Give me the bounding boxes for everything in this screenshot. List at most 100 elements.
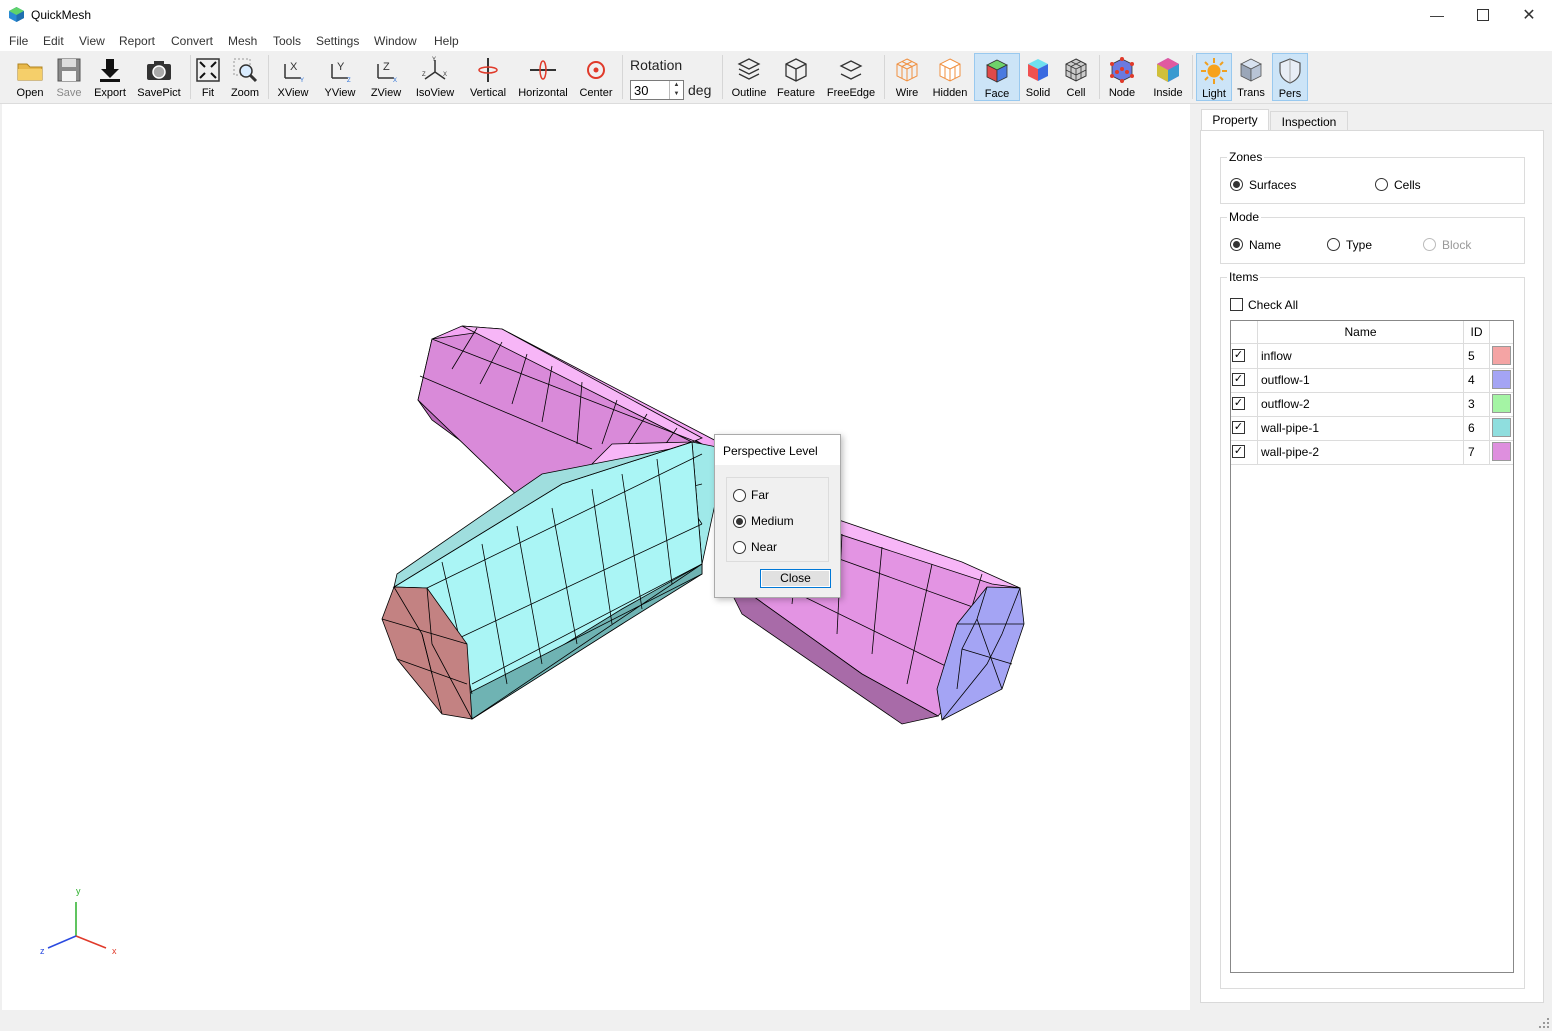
rotation-value[interactable]: 30 [634, 83, 648, 98]
spin-up-icon[interactable]: ▲ [670, 81, 683, 90]
mesh-rendering[interactable] [2, 104, 1190, 1010]
close-dialog-button[interactable]: Close [760, 569, 831, 588]
header-name[interactable]: Name [1258, 321, 1464, 343]
tab-inspection[interactable]: Inspection [1270, 111, 1348, 131]
hidden-button[interactable]: Hidden [930, 53, 970, 101]
color-swatch[interactable] [1492, 418, 1511, 437]
name-mode-label[interactable]: Name [1249, 238, 1281, 252]
save-picture-button[interactable]: SavePict [134, 53, 184, 101]
row-name[interactable]: wall-pipe-2 [1258, 440, 1464, 464]
fit-button[interactable]: Fit [193, 53, 223, 101]
row-color-cell[interactable] [1490, 440, 1513, 464]
menu-edit[interactable]: Edit [43, 34, 64, 48]
yview-button[interactable]: YZ YView [320, 53, 360, 101]
header-id[interactable]: ID [1464, 321, 1490, 343]
row-id[interactable]: 5 [1464, 344, 1490, 368]
row-color-cell[interactable] [1490, 416, 1513, 440]
table-row[interactable]: ✓ wall-pipe-1 6 [1231, 416, 1513, 441]
close-window-button[interactable]: ✕ [1506, 0, 1552, 30]
menu-window[interactable]: Window [374, 34, 417, 48]
center-button[interactable]: Center [576, 53, 616, 101]
color-swatch[interactable] [1492, 346, 1511, 365]
row-check-cell[interactable]: ✓ [1231, 440, 1258, 464]
zview-button[interactable]: ZX ZView [366, 53, 406, 101]
row-checkbox[interactable]: ✓ [1232, 421, 1245, 434]
row-id[interactable]: 6 [1464, 416, 1490, 440]
menu-convert[interactable]: Convert [171, 34, 213, 48]
inside-button[interactable]: Inside [1148, 53, 1188, 101]
maximize-button[interactable] [1460, 0, 1506, 30]
feature-button[interactable]: Feature [774, 53, 818, 101]
row-check-cell[interactable]: ✓ [1231, 392, 1258, 416]
row-checkbox[interactable]: ✓ [1232, 445, 1245, 458]
row-check-cell[interactable]: ✓ [1231, 344, 1258, 368]
isoview-button[interactable]: YZX IsoView [412, 53, 458, 101]
radio-medium[interactable] [733, 515, 746, 528]
option-near-label[interactable]: Near [751, 540, 777, 554]
menu-report[interactable]: Report [119, 34, 155, 48]
row-color-cell[interactable] [1490, 344, 1513, 368]
rotation-stepper[interactable]: 30 ▲ ▼ [630, 80, 684, 100]
xview-button[interactable]: XY XView [274, 53, 312, 101]
radio-near[interactable] [733, 541, 746, 554]
row-name[interactable]: outflow-1 [1258, 368, 1464, 392]
cells-label[interactable]: Cells [1394, 178, 1421, 192]
surfaces-label[interactable]: Surfaces [1249, 178, 1296, 192]
row-id[interactable]: 7 [1464, 440, 1490, 464]
row-checkbox[interactable]: ✓ [1232, 349, 1245, 362]
vertical-rotate-button[interactable]: Vertical [466, 53, 510, 101]
radio-name[interactable] [1230, 238, 1243, 251]
row-checkbox[interactable]: ✓ [1232, 373, 1245, 386]
solid-button[interactable]: Solid [1022, 53, 1054, 101]
menu-settings[interactable]: Settings [316, 34, 359, 48]
table-row[interactable]: ✓ outflow-1 4 [1231, 368, 1513, 393]
minimize-button[interactable]: — [1414, 0, 1460, 30]
trans-button[interactable]: Trans [1234, 53, 1268, 101]
spin-down-icon[interactable]: ▼ [670, 90, 683, 99]
radio-cells[interactable] [1375, 178, 1388, 191]
cell-button[interactable]: Cell [1060, 53, 1092, 101]
row-id[interactable]: 3 [1464, 392, 1490, 416]
menu-tools[interactable]: Tools [273, 34, 301, 48]
radio-far[interactable] [733, 489, 746, 502]
color-swatch[interactable] [1492, 394, 1511, 413]
table-row[interactable]: ✓ wall-pipe-2 7 [1231, 440, 1513, 465]
row-check-cell[interactable]: ✓ [1231, 368, 1258, 392]
horizontal-rotate-button[interactable]: Horizontal [516, 53, 570, 101]
freeedge-button[interactable]: FreeEdge [824, 53, 878, 101]
color-swatch[interactable] [1492, 442, 1511, 461]
export-button[interactable]: Export [90, 53, 130, 101]
check-all-label[interactable]: Check All [1248, 298, 1298, 312]
items-table[interactable]: Name ID ✓ inflow 5 ✓ outflow-1 4 ✓ outflow-2 3 ✓ w… [1230, 320, 1514, 973]
radio-surfaces[interactable] [1230, 178, 1243, 191]
save-button[interactable]: Save [50, 53, 88, 101]
node-button[interactable]: Node [1104, 53, 1140, 101]
pers-button[interactable]: Pers [1272, 53, 1308, 101]
menu-help[interactable]: Help [434, 34, 459, 48]
row-checkbox[interactable]: ✓ [1232, 397, 1245, 410]
row-color-cell[interactable] [1490, 368, 1513, 392]
menu-mesh[interactable]: Mesh [228, 34, 257, 48]
mesh-viewport[interactable] [2, 104, 1190, 1010]
table-row[interactable]: ✓ outflow-2 3 [1231, 392, 1513, 417]
row-id[interactable]: 4 [1464, 368, 1490, 392]
outline-button[interactable]: Outline [728, 53, 770, 101]
check-all-checkbox[interactable] [1230, 298, 1243, 311]
radio-type[interactable] [1327, 238, 1340, 251]
option-medium-label[interactable]: Medium [751, 514, 794, 528]
zoom-button[interactable]: Zoom [228, 53, 262, 101]
open-button[interactable]: Open [11, 53, 49, 101]
face-button[interactable]: Face [974, 53, 1020, 101]
row-name[interactable]: inflow [1258, 344, 1464, 368]
light-button[interactable]: Light [1196, 53, 1232, 101]
menu-view[interactable]: View [79, 34, 105, 48]
table-row[interactable]: ✓ inflow 5 [1231, 344, 1513, 369]
type-mode-label[interactable]: Type [1346, 238, 1372, 252]
rotation-spin-buttons[interactable]: ▲ ▼ [669, 81, 683, 99]
wire-button[interactable]: Wire [888, 53, 926, 101]
resize-grip-icon[interactable] [1539, 1018, 1549, 1028]
row-color-cell[interactable] [1490, 392, 1513, 416]
color-swatch[interactable] [1492, 370, 1511, 389]
row-check-cell[interactable]: ✓ [1231, 416, 1258, 440]
row-name[interactable]: outflow-2 [1258, 392, 1464, 416]
